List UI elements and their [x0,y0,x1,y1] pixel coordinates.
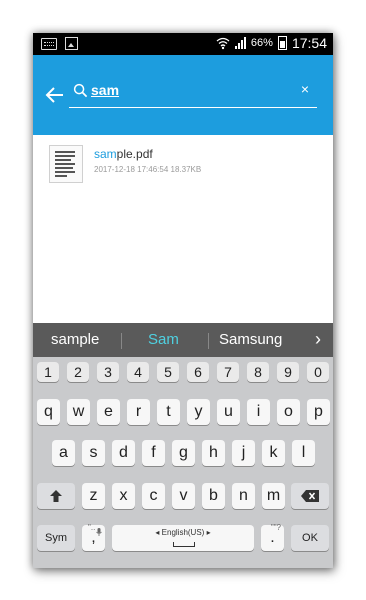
key-n[interactable]: n [232,483,255,509]
shift-key[interactable] [37,483,75,509]
list-item[interactable]: sample.pdf 2017-12-18 17:46:54 18.37KB [49,145,201,183]
backspace-icon [301,490,319,502]
sym-key[interactable]: Sym [37,525,75,551]
key-q[interactable]: q [37,399,60,425]
file-name: sample.pdf [94,147,153,161]
key-g[interactable]: g [172,440,195,466]
key-8[interactable]: 8 [247,362,269,382]
key-p[interactable]: p [307,399,330,425]
key-i[interactable]: i [247,399,270,425]
key-a[interactable]: a [52,440,75,466]
search-icon [73,83,88,98]
close-icon[interactable]: × [301,81,309,97]
suggestion-bar: sample Sam Samsung › [33,323,333,357]
key-2[interactable]: 2 [67,362,89,382]
space-key[interactable]: ◂ English(US) ▸ [112,525,254,551]
key-h[interactable]: h [202,440,225,466]
suggestion-sample[interactable]: sample [51,331,99,348]
key-o[interactable]: o [277,399,300,425]
ok-key[interactable]: OK [291,525,329,551]
shift-arrow-icon [50,490,62,502]
backspace-key[interactable] [291,483,329,509]
search-input[interactable]: sam [91,82,119,98]
status-bar: 66% 17:54 [33,33,333,55]
microphone-icon [96,528,102,536]
key-x[interactable]: x [112,483,135,509]
signal-icon [234,37,246,49]
battery-percent: 66% [250,37,273,49]
key-9[interactable]: 9 [277,362,299,382]
comma-key[interactable]: ".. , [82,523,105,551]
key-z[interactable]: z [82,483,105,509]
key-y[interactable]: y [187,399,210,425]
suggestion-sam[interactable]: Sam [148,331,179,348]
key-w[interactable]: w [67,399,90,425]
phone-screen: 66% 17:54 sam × sample.pdf 2017-12-18 17… [33,33,333,568]
key-0[interactable]: 0 [307,362,329,382]
file-meta: 2017-12-18 17:46:54 18.37KB [94,165,202,174]
key-6[interactable]: 6 [187,362,209,382]
space-language-label: English(US) [161,528,205,537]
key-j[interactable]: j [232,440,255,466]
key-d[interactable]: d [112,440,135,466]
keyboard-icon [41,37,57,50]
key-v[interactable]: v [172,483,195,509]
key-k[interactable]: k [262,440,285,466]
pdf-thumbnail-icon [49,145,83,183]
key-7[interactable]: 7 [217,362,239,382]
suggestion-samsung[interactable]: Samsung [219,331,282,348]
space-bar-icon [173,542,195,547]
key-f[interactable]: f [142,440,165,466]
key-4[interactable]: 4 [127,362,149,382]
key-e[interactable]: e [97,399,120,425]
search-field[interactable]: sam × [69,79,317,108]
results-list: sample.pdf 2017-12-18 17:46:54 18.37KB [33,135,333,353]
key-1[interactable]: 1 [37,362,59,382]
clock: 17:54 [291,35,327,51]
key-5[interactable]: 5 [157,362,179,382]
keyboard: 1 2 3 4 5 6 7 8 9 0 q w e r t y u i o p … [33,357,333,568]
arrow-left-icon[interactable] [43,83,67,107]
key-r[interactable]: r [127,399,150,425]
key-b[interactable]: b [202,483,225,509]
period-key[interactable]: ""? . [261,523,284,551]
key-u[interactable]: u [217,399,240,425]
search-app-bar: sam × [33,55,333,135]
key-3[interactable]: 3 [97,362,119,382]
key-t[interactable]: t [157,399,180,425]
key-s[interactable]: s [82,440,105,466]
chevron-right-icon[interactable]: › [315,329,321,350]
key-c[interactable]: c [142,483,165,509]
key-m[interactable]: m [262,483,285,509]
battery-icon [277,36,287,50]
key-l[interactable]: l [292,440,315,466]
image-icon [65,37,78,50]
wifi-icon [216,37,230,50]
